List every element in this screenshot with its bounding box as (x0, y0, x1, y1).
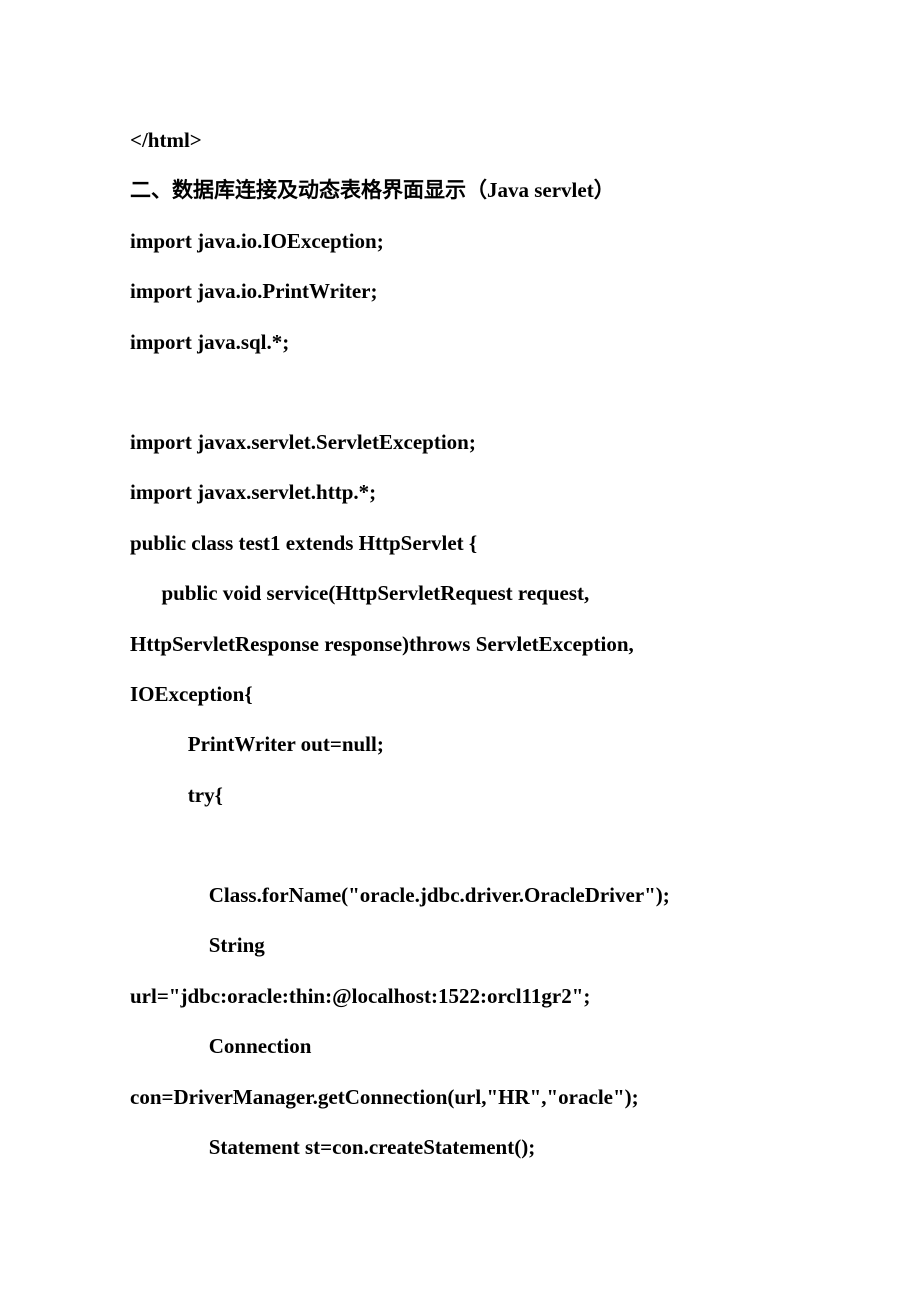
code-line: public void service(HttpServletRequest r… (130, 568, 790, 618)
code-line: String (130, 920, 790, 970)
code-line: try{ (130, 770, 790, 820)
blank-line (130, 367, 790, 417)
section-heading: 二、数据库连接及动态表格界面显示（Java servlet） (130, 165, 790, 215)
code-line: con=DriverManager.getConnection(url,"HR"… (130, 1072, 790, 1122)
code-line: Class.forName("oracle.jdbc.driver.Oracle… (130, 870, 790, 920)
code-line: import java.io.PrintWriter; (130, 266, 790, 316)
code-line: IOException{ (130, 669, 790, 719)
code-line: import java.io.IOException; (130, 216, 790, 266)
code-line: public class test1 extends HttpServlet { (130, 518, 790, 568)
code-line: import javax.servlet.ServletException; (130, 417, 790, 467)
blank-line (130, 820, 790, 870)
code-line: import java.sql.*; (130, 317, 790, 367)
code-line: Statement st=con.createStatement(); (130, 1122, 790, 1172)
code-line: PrintWriter out=null; (130, 719, 790, 769)
code-line: url="jdbc:oracle:thin:@localhost:1522:or… (130, 971, 790, 1021)
code-line: </html> (130, 115, 790, 165)
code-line: import javax.servlet.http.*; (130, 467, 790, 517)
code-line: Connection (130, 1021, 790, 1071)
code-line: HttpServletResponse response)throws Serv… (130, 619, 790, 669)
